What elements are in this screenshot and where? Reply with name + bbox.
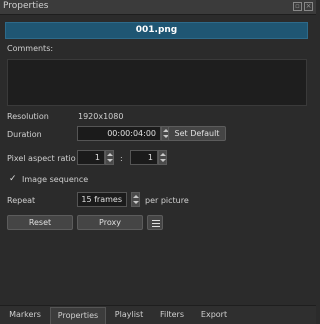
repeat-label: Repeat <box>7 196 36 205</box>
clip-name-field[interactable]: 001.png <box>5 22 308 39</box>
tab-markers[interactable]: Markers <box>3 307 47 324</box>
duration-field[interactable]: 00:00:04:00 <box>77 126 161 141</box>
comments-textarea[interactable] <box>7 59 307 106</box>
reset-button[interactable]: Reset <box>7 215 73 230</box>
tab-properties[interactable]: Properties <box>50 307 106 324</box>
proxy-button[interactable]: Proxy <box>77 215 143 230</box>
image-sequence-checkbox[interactable]: ✓ <box>9 174 19 184</box>
repeat-spinner[interactable] <box>131 192 140 207</box>
pixel-aspect-separator: : <box>120 154 123 163</box>
repeat-suffix: per picture <box>145 196 189 205</box>
pixel-aspect-denominator-field[interactable]: 1 <box>130 150 158 165</box>
panel-title: Properties <box>3 1 49 11</box>
image-sequence-label: Image sequence <box>22 175 89 184</box>
pixel-aspect-numerator-field[interactable]: 1 <box>77 150 105 165</box>
hamburger-menu-icon <box>152 220 160 228</box>
repeat-field[interactable]: 15 frames <box>77 192 127 207</box>
resolution-value: 1920x1080 <box>78 112 124 121</box>
pixel-aspect-numerator-spinner[interactable] <box>105 150 114 165</box>
pixel-aspect-label: Pixel aspect ratio <box>7 154 76 163</box>
tab-filters[interactable]: Filters <box>153 307 191 324</box>
close-icon[interactable]: × <box>304 2 313 11</box>
float-icon[interactable]: ▫ <box>293 2 302 11</box>
tab-playlist[interactable]: Playlist <box>108 307 150 324</box>
resolution-label: Resolution <box>7 112 49 121</box>
comments-label: Comments: <box>7 44 54 53</box>
tab-export[interactable]: Export <box>194 307 234 324</box>
pixel-aspect-denominator-spinner[interactable] <box>158 150 167 165</box>
duration-label: Duration <box>7 130 42 139</box>
set-default-button[interactable]: Set Default <box>168 126 226 141</box>
